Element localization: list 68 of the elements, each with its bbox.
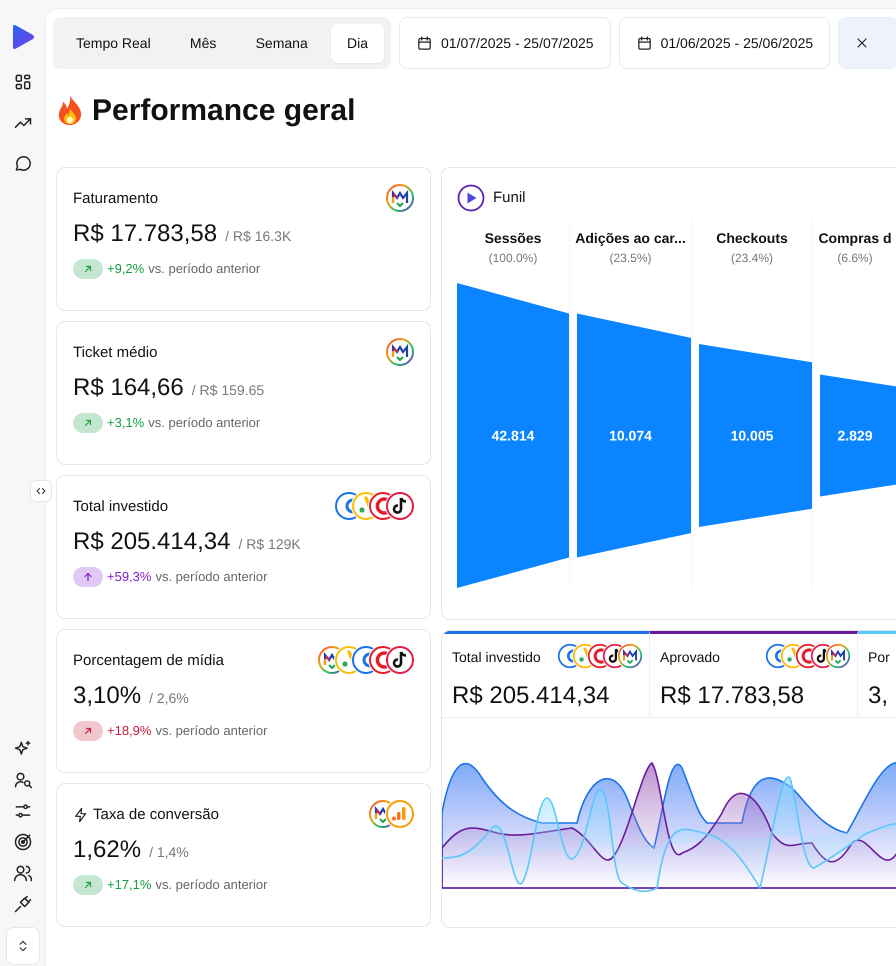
calendar-icon (416, 34, 433, 52)
grid-icon[interactable] (12, 72, 32, 92)
calendar-icon (636, 34, 653, 52)
metric-title: Ticket médio (73, 343, 158, 363)
card-title: Funil (493, 188, 526, 208)
stage-share: (23.4%) (730, 250, 774, 267)
metric-title: Total investido (73, 497, 168, 517)
previous-value: / R$ 16.3K (225, 226, 292, 246)
summary-label: Aprovado (660, 648, 720, 667)
change-value: +18,9% (107, 722, 152, 740)
previous-value: / R$ 129K (238, 534, 301, 554)
stage-share: (23.5%) (609, 250, 652, 267)
stage-value: 10.005 (730, 426, 774, 445)
period-tab[interactable]: Tempo Real (60, 24, 167, 62)
date-range-button[interactable]: 01/07/2025 - 25/07/2025 (399, 17, 611, 69)
summary-value: R$ 17.783,58 (660, 681, 806, 711)
comparison-label: vs. período anterior (155, 722, 268, 740)
summary-tab[interactable]: Por 3, (858, 631, 896, 718)
users-icon[interactable] (12, 863, 32, 883)
previous-value: / R$ 159.65 (192, 380, 264, 400)
change-value: +17,1% (107, 876, 152, 894)
comparison-label: vs. período anterior (155, 568, 268, 586)
plug-icon[interactable] (12, 894, 32, 914)
stage-value: 2.829 (836, 426, 874, 445)
stage-label: Sessões (484, 229, 542, 248)
stage-label: Checkouts (716, 229, 788, 248)
user-search-icon[interactable] (12, 770, 32, 790)
summary-value: 3, (868, 681, 890, 711)
target-icon[interactable] (12, 832, 32, 852)
summary-label: Total investido (452, 648, 541, 667)
code-icon (35, 485, 47, 497)
period-tab[interactable]: Dia (330, 24, 384, 62)
stage-value: 10.074 (608, 426, 653, 445)
stage-label: Adições ao car... (575, 229, 686, 248)
metric-value: 3,10% (73, 680, 142, 710)
period-tab[interactable]: Semana (240, 24, 324, 62)
logo-icon[interactable] (10, 24, 34, 50)
bolt-icon (73, 807, 89, 824)
comparison-label: vs. período anterior (148, 260, 260, 278)
period-tab[interactable]: Mês (174, 24, 232, 62)
date-range-button[interactable]: 01/06/2025 - 25/06/2025 (618, 17, 830, 69)
change-value: +9,2% (107, 260, 144, 278)
summary-tab[interactable]: Aprovado R$ 17.783,58 (650, 631, 858, 718)
previous-value: / 2,6% (149, 688, 189, 708)
comparison-label: vs. período anterior (148, 414, 260, 432)
summary-value: R$ 205.414,34 (452, 681, 610, 711)
metric-value: R$ 17.783,58 (73, 218, 218, 248)
stage-share: (6.6%) (837, 250, 873, 267)
metric-title: Taxa de conversão (93, 805, 219, 825)
metric-value: 1,62% (73, 834, 142, 864)
chat-icon[interactable] (12, 154, 32, 174)
stage-label: Compras d (818, 229, 892, 248)
metric-title: Faturamento (73, 189, 158, 209)
metric-title: Porcentagem de mídia (73, 651, 224, 671)
stage-value: 42.814 (490, 426, 536, 445)
play-icon (457, 184, 485, 212)
metric-value: R$ 164,66 (73, 372, 184, 402)
fire-icon (56, 94, 84, 126)
change-value: +59,3% (107, 568, 152, 586)
stage-share: (100.0%) (488, 250, 538, 267)
collapse-toggle-button[interactable] (30, 480, 52, 502)
summary-tab[interactable]: Total investido R$ 205.414,34 (442, 631, 650, 718)
summary-label: Por (868, 648, 890, 667)
page-title: Performance geral (92, 92, 356, 128)
change-value: +3,1% (107, 414, 144, 432)
metric-value: R$ 205.414,34 (73, 526, 230, 556)
comparison-label: vs. período anterior (155, 876, 268, 894)
previous-value: / 1,4% (149, 842, 189, 862)
